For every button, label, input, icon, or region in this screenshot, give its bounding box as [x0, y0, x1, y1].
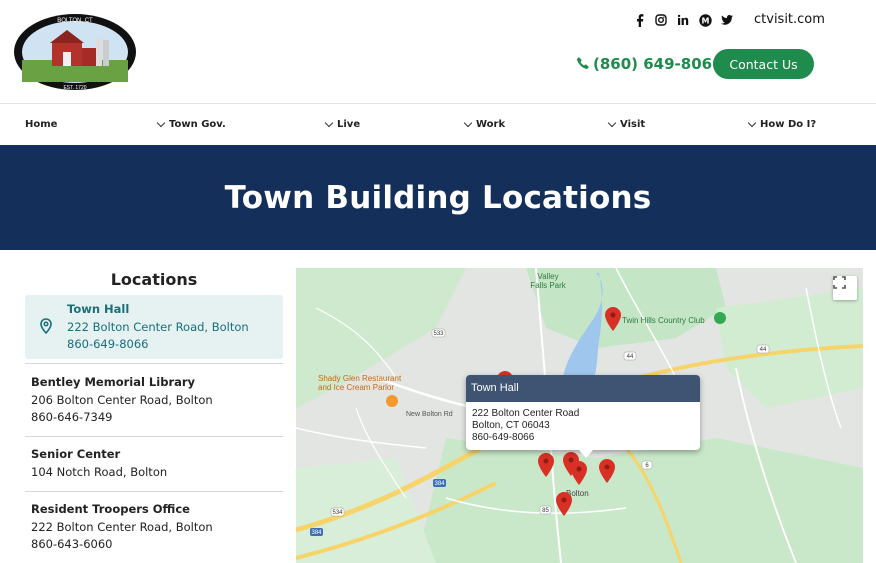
map-marker[interactable]: [599, 459, 615, 483]
map-label-valley-falls: Valley Falls Park: [530, 272, 566, 290]
location-name: Senior Center: [31, 447, 121, 461]
map-marker[interactable]: [571, 461, 587, 485]
map-label-shady-glen: Shady Glen Restaurant and Ice Cream Parl…: [318, 374, 402, 392]
nav-work-label: Work: [476, 119, 506, 130]
map-label-twin-hills: Twin Hills Country Club: [622, 316, 705, 325]
location-name: Bentley Memorial Library: [31, 375, 196, 389]
nav-how-do-i-label: How Do I?: [760, 119, 817, 130]
location-address: 222 Bolton Center Road, Bolton: [67, 319, 249, 334]
location-name: Town Hall: [67, 302, 130, 316]
phone-number: (860) 649-8066: [593, 55, 723, 73]
bolton-town-logo[interactable]: BOLTON, CT EST. 1720: [12, 12, 138, 92]
threads-icon[interactable]: M: [698, 13, 712, 27]
info-window-title: Town Hall: [466, 375, 700, 402]
map-marker[interactable]: [538, 453, 554, 477]
location-address: 222 Bolton Center Road, Bolton: [31, 519, 213, 534]
divider: [25, 363, 283, 364]
location-item-town-hall[interactable]: Town Hall 222 Bolton Center Road, Bolton…: [25, 295, 283, 359]
divider: [25, 491, 283, 492]
map-pin-icon: [40, 318, 52, 340]
locations-heading: Locations: [110, 270, 198, 289]
location-phone: 860-649-8066: [67, 337, 149, 351]
map-marker[interactable]: [556, 492, 572, 516]
chevron-down-icon: [156, 118, 166, 128]
nav-how-do-i[interactable]: How Do I?: [747, 118, 817, 130]
nav-home[interactable]: Home: [25, 119, 57, 130]
location-address: 206 Bolton Center Road, Bolton: [31, 392, 213, 407]
ctvisit-link[interactable]: ctvisit.com: [754, 12, 825, 27]
location-item-troopers-office[interactable]: Resident Troopers Office 222 Bolton Cent…: [25, 501, 283, 554]
route-shield-label: 44: [627, 354, 634, 360]
chevron-down-icon: [463, 118, 473, 128]
page-hero: Town Building Locations: [0, 145, 876, 250]
phone-icon: [577, 55, 589, 73]
chevron-down-icon: [607, 118, 617, 128]
logo-top-text: BOLTON, CT: [57, 18, 93, 24]
map-label-new-bolton-rd: New Bolton Rd: [406, 411, 453, 418]
fullscreen-button[interactable]: [833, 276, 857, 300]
main-nav: Home Town Gov. Live Work Visit How Do I?: [0, 105, 876, 145]
site-header: BOLTON, CT EST. 1720 M ctvisit.com (860)…: [0, 0, 876, 104]
nav-home-label: Home: [25, 119, 58, 130]
location-name: Resident Troopers Office: [31, 502, 190, 516]
map-marker[interactable]: [605, 307, 621, 331]
social-links: M: [632, 13, 734, 27]
location-item-library[interactable]: Bentley Memorial Library 206 Bolton Cent…: [25, 374, 283, 427]
route-shield-label: 384: [311, 530, 322, 536]
facebook-icon[interactable]: [632, 13, 646, 27]
instagram-icon[interactable]: [654, 13, 668, 27]
locations-map[interactable]: 533 44 44 6 384 85 534 384 Valley Falls …: [296, 268, 863, 563]
logo-bottom-text: EST. 1720: [63, 85, 86, 91]
nav-work[interactable]: Work: [463, 118, 506, 130]
info-window-tail: [579, 450, 593, 458]
chevron-down-icon: [324, 118, 334, 128]
twitter-icon[interactable]: [720, 13, 734, 27]
route-shield-label: 533: [433, 331, 444, 337]
info-window-line: 860-649-8066: [472, 432, 535, 443]
location-phone: 860-646-7349: [31, 410, 113, 424]
nav-visit-label: Visit: [620, 119, 646, 130]
header-phone[interactable]: (860) 649-8066: [577, 55, 723, 73]
divider: [25, 436, 283, 437]
route-shield-label: 384: [434, 481, 445, 487]
route-shield-label: 534: [332, 510, 343, 516]
contact-us-button[interactable]: Contact Us: [713, 49, 814, 79]
nav-live-label: Live: [337, 119, 361, 130]
chevron-down-icon: [747, 118, 757, 128]
info-window-body: 222 Bolton Center Road Bolton, CT 06043 …: [466, 402, 700, 444]
route-shield-label: 44: [760, 347, 767, 353]
route-shield-label: 85: [542, 508, 549, 514]
nav-visit[interactable]: Visit: [607, 118, 646, 130]
nav-live[interactable]: Live: [324, 118, 361, 130]
location-item-senior-center[interactable]: Senior Center 104 Notch Road, Bolton: [25, 446, 283, 481]
svg-text:M: M: [701, 16, 709, 25]
page-title: Town Building Locations: [224, 179, 652, 216]
linkedin-icon[interactable]: [676, 13, 690, 27]
nav-town-gov[interactable]: Town Gov.: [156, 118, 226, 130]
location-phone: 860-643-6060: [31, 537, 113, 551]
info-window-line: Bolton, CT 06043: [472, 420, 550, 431]
location-address: 104 Notch Road, Bolton: [31, 464, 168, 479]
info-window-line: 222 Bolton Center Road: [472, 408, 580, 419]
nav-town-gov-label: Town Gov.: [169, 119, 226, 130]
map-info-window[interactable]: Town Hall 222 Bolton Center Road Bolton,…: [466, 375, 700, 450]
